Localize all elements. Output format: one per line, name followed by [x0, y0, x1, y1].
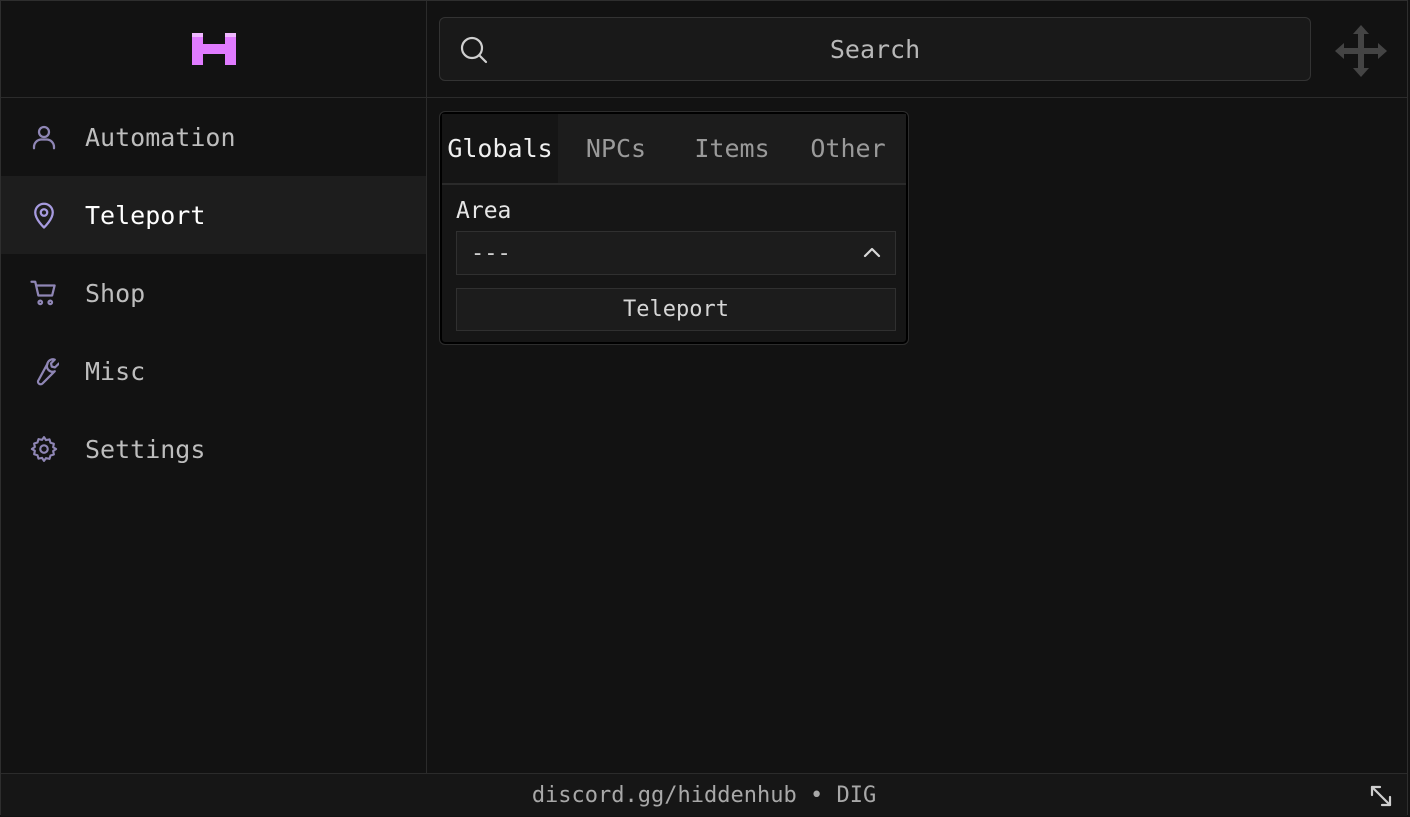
cart-icon	[27, 276, 61, 310]
gear-icon	[27, 432, 61, 466]
sidebar-item-settings[interactable]: Settings	[1, 410, 426, 488]
move-icon[interactable]	[1333, 23, 1389, 79]
sidebar-item-teleport[interactable]: Teleport	[1, 176, 426, 254]
user-icon	[27, 120, 61, 154]
tab-other[interactable]: Other	[790, 114, 906, 183]
area-dropdown-value: ---	[471, 240, 511, 266]
map-pin-icon	[27, 198, 61, 232]
area-label: Area	[456, 198, 512, 224]
sidebar: Automation Teleport Shop Misc Settings	[1, 1, 427, 773]
hub-logo	[191, 33, 236, 65]
footer: discord.gg/hiddenhub • DIG	[1, 773, 1407, 816]
chevron-up-icon	[863, 247, 881, 258]
tab-npcs[interactable]: NPCs	[558, 114, 674, 183]
search-icon	[460, 36, 488, 64]
search-box[interactable]	[439, 17, 1311, 81]
sidebar-item-label: Misc	[85, 356, 146, 386]
wrench-icon	[27, 354, 61, 388]
area-dropdown[interactable]: ---	[456, 231, 896, 275]
sidebar-item-label: Settings	[85, 434, 206, 464]
sidebar-item-misc[interactable]: Misc	[1, 332, 426, 410]
footer-text: discord.gg/hiddenhub • DIG	[531, 782, 877, 808]
sidebar-item-label: Automation	[85, 122, 236, 152]
tab-items[interactable]: Items	[674, 114, 790, 183]
teleport-panel: Globals NPCs Items Other Area --- Telepo…	[439, 111, 909, 345]
tab-globals[interactable]: Globals	[442, 114, 558, 183]
teleport-button[interactable]: Teleport	[456, 288, 896, 331]
sidebar-item-automation[interactable]: Automation	[1, 98, 426, 176]
sidebar-item-shop[interactable]: Shop	[1, 254, 426, 332]
logo-area	[1, 1, 426, 98]
resize-icon[interactable]	[1367, 782, 1395, 810]
sidebar-item-label: Teleport	[85, 200, 206, 230]
top-bar	[427, 1, 1407, 98]
app-window: Automation Teleport Shop Misc Settings S…	[0, 0, 1408, 816]
search-input[interactable]	[440, 17, 1310, 81]
sidebar-item-label: Shop	[85, 278, 146, 308]
panel-tabs: Globals NPCs Items Other	[442, 114, 906, 185]
